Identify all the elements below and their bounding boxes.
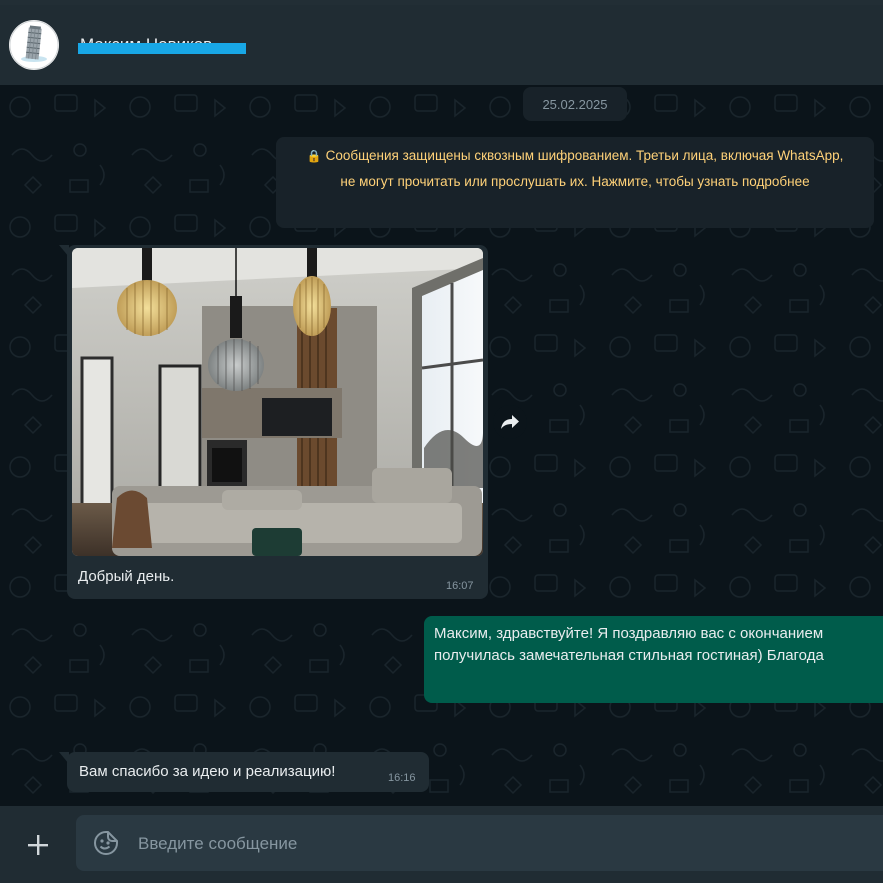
forward-icon[interactable] bbox=[493, 405, 527, 439]
lock-icon: 🔒 bbox=[306, 149, 322, 163]
encryption-notice-text: Сообщения защищены сквозным шифрованием.… bbox=[325, 148, 844, 189]
outgoing-message-line-2: получилась замечательная стильная гостин… bbox=[434, 647, 824, 664]
encryption-notice[interactable]: 🔒 Сообщения защищены сквозным шифрованием… bbox=[276, 137, 874, 228]
message-time: 16:07 bbox=[446, 580, 474, 592]
image-caption: Добрый день. bbox=[78, 568, 175, 585]
living-room-photo[interactable] bbox=[72, 248, 483, 556]
compose-bar bbox=[0, 806, 883, 883]
plus-icon[interactable] bbox=[22, 829, 54, 861]
incoming-image-message[interactable]: Добрый день. 16:07 bbox=[59, 245, 488, 599]
name-redaction-mark bbox=[78, 43, 246, 54]
outgoing-message-line-1: Максим, здравствуйте! Я поздравляю вас с… bbox=[434, 625, 824, 642]
message-input-box[interactable] bbox=[76, 815, 883, 873]
message-time: 16:16 bbox=[388, 772, 416, 784]
chat-panel[interactable]: 25.02.2025 🔒 Сообщения защищены сквозным … bbox=[0, 85, 883, 806]
leaning-tower-avatar-icon[interactable] bbox=[9, 20, 59, 70]
outgoing-text-message[interactable]: Максим, здравствуйте! Я поздравляю вас с… bbox=[424, 616, 883, 703]
date-chip: 25.02.2025 bbox=[523, 87, 627, 121]
incoming-text-message[interactable]: Вам спасибо за идею и реализацию! 16:16 bbox=[59, 752, 429, 792]
message-text: Вам спасибо за идею и реализацию! bbox=[79, 763, 336, 780]
whatsapp-window: Максим Новиков bbox=[0, 0, 883, 883]
message-input[interactable] bbox=[136, 815, 880, 873]
emoji-icon[interactable] bbox=[92, 829, 120, 857]
chat-header[interactable]: Максим Новиков bbox=[0, 5, 883, 85]
